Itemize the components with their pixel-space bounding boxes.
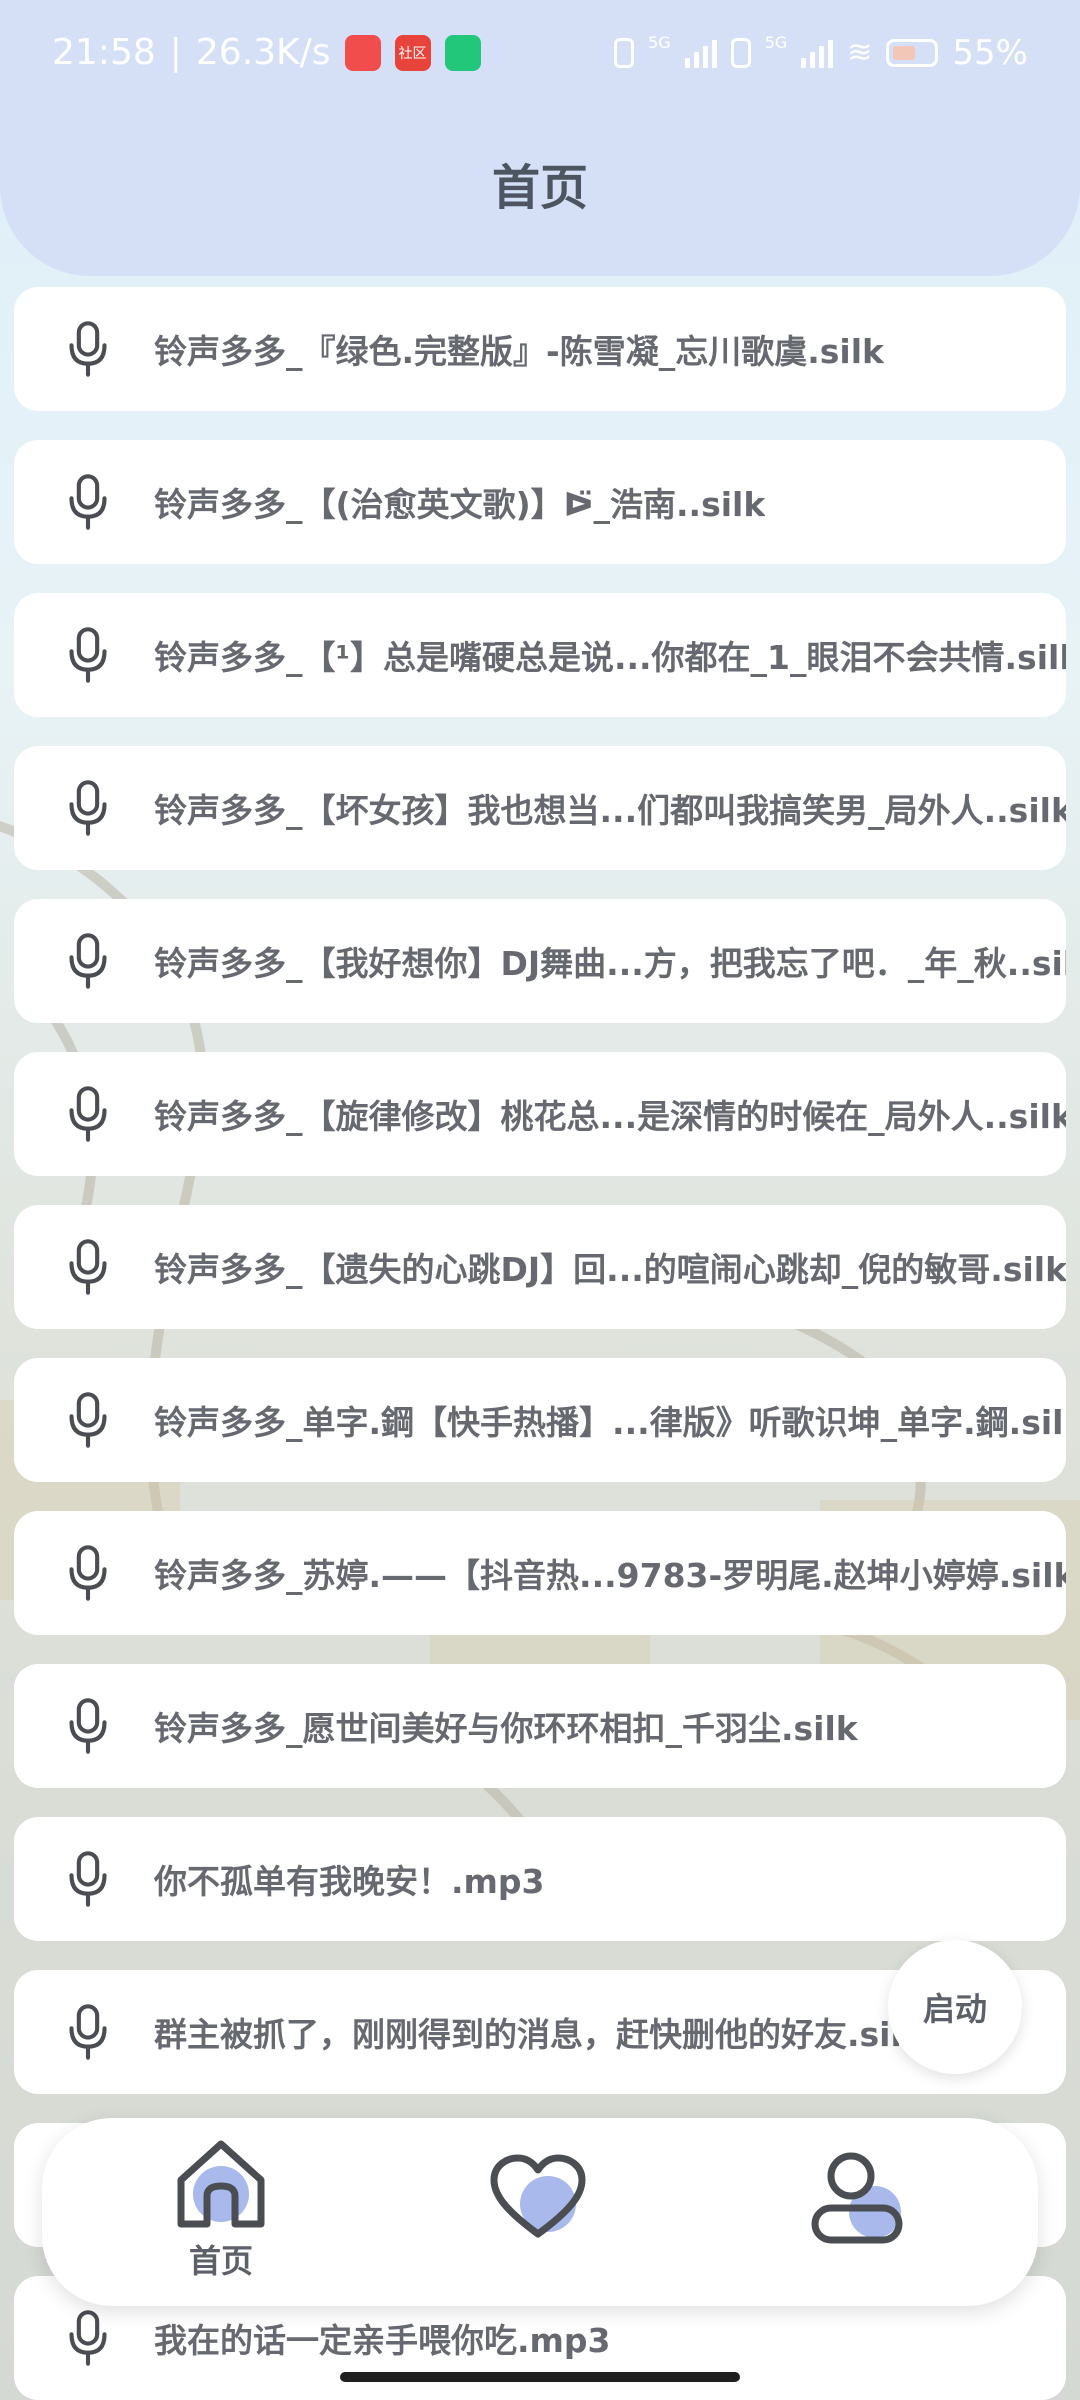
signal-icon-2 xyxy=(801,38,834,68)
app-notification-icon-2: 社区 xyxy=(394,34,431,71)
page-title: 首页 xyxy=(491,160,588,216)
vibrate-icon xyxy=(614,37,635,68)
recording-name: 群主被抓了，刚刚得到的消息，赶快删他的好友.silk xyxy=(154,2015,924,2054)
shield-icon xyxy=(444,34,481,71)
home-icon xyxy=(177,2140,265,2228)
recording-name: 铃声多多_愿世间美好与你环环相扣_千羽尘.silk xyxy=(154,1709,858,1748)
network-speed: 26.3K/s xyxy=(195,32,331,73)
nav-profile[interactable] xyxy=(784,2150,934,2300)
microphone-icon xyxy=(50,1382,126,1458)
list-item[interactable]: 铃声多多_『绿色.完整版』-陈雪凝_忘川歌虞.silk xyxy=(14,287,1066,411)
nav-home-label: 首页 xyxy=(188,2242,253,2280)
microphone-icon xyxy=(50,923,126,999)
heart-icon xyxy=(490,2154,586,2238)
clock: 21:58 xyxy=(52,32,156,73)
signal-label: 5G xyxy=(648,32,671,52)
app-notification-icon-1 xyxy=(344,34,381,71)
recording-name: 铃声多多_【(治愈英文歌)】ᐅ̈_浩南..silk xyxy=(154,485,766,524)
microphone-icon xyxy=(50,1535,126,1611)
list-item[interactable]: 铃声多多_【坏女孩】我也想当...们都叫我搞笑男_局外人..silk xyxy=(14,746,1066,870)
vibrate-icon-2 xyxy=(730,37,751,68)
list-item[interactable]: 你不孤单有我晚安！.mp3 xyxy=(14,1817,1066,1941)
recording-name: 我在的话一定亲手喂你吃.mp3 xyxy=(154,2321,611,2360)
microphone-icon xyxy=(50,1994,126,2070)
microphone-icon xyxy=(50,2300,126,2376)
microphone-icon xyxy=(50,1841,126,1917)
signal-icon xyxy=(684,38,717,68)
signal-label-2: 5G xyxy=(764,32,788,52)
recording-name: 铃声多多_【我好想你】DJ舞曲...方，把我忘了吧．_年_秋..silk xyxy=(154,944,1066,983)
list-item[interactable]: 铃声多多_单字.鋼【快手热播】...律版》听歌识坤_单字.鋼.silk xyxy=(14,1358,1066,1482)
recording-name: 铃声多多_苏婷.——【抖音热...9783-罗明尾.赵坤小婷婷.silk xyxy=(154,1556,1066,1595)
microphone-icon xyxy=(50,1688,126,1764)
list-item[interactable]: 铃声多多_【我好想你】DJ舞曲...方，把我忘了吧．_年_秋..silk xyxy=(14,899,1066,1023)
microphone-icon xyxy=(50,1076,126,1152)
list-item[interactable]: 铃声多多_愿世间美好与你环环相扣_千羽尘.silk xyxy=(14,1664,1066,1788)
nav-home[interactable]: 首页 xyxy=(146,2136,296,2286)
list-item[interactable]: 铃声多多_【(治愈英文歌)】ᐅ̈_浩南..silk xyxy=(14,440,1066,564)
bottom-nav: 首页 xyxy=(42,2118,1038,2306)
recording-name: 铃声多多_【坏女孩】我也想当...们都叫我搞笑男_局外人..silk xyxy=(154,791,1066,830)
list-item[interactable]: 铃声多多_【遗失的心跳DJ】回...的喧闹心跳却_倪的敏哥.silk xyxy=(14,1205,1066,1329)
list-item[interactable]: 铃声多多_【¹】总是嘴硬总是说...你都在_1_眼泪不会共情.silk xyxy=(14,593,1066,717)
microphone-icon xyxy=(50,311,126,387)
user-icon xyxy=(811,2152,903,2244)
list-item[interactable]: 铃声多多_苏婷.——【抖音热...9783-罗明尾.赵坤小婷婷.silk xyxy=(14,1511,1066,1635)
recording-name: 铃声多多_单字.鋼【快手热播】...律版》听歌识坤_单字.鋼.silk xyxy=(154,1403,1066,1442)
battery-level: 55% xyxy=(952,32,1028,73)
microphone-icon xyxy=(50,1229,126,1305)
recording-name: 铃声多多_【旋律修改】桃花总...是深情的时候在_局外人..silk xyxy=(154,1097,1066,1136)
wifi-icon: ≋ xyxy=(847,35,873,70)
battery-icon xyxy=(886,38,939,67)
microphone-icon xyxy=(50,617,126,693)
microphone-icon xyxy=(50,770,126,846)
home-indicator xyxy=(340,2372,740,2382)
nav-favorites[interactable] xyxy=(463,2152,613,2302)
recording-name: 铃声多多_【¹】总是嘴硬总是说...你都在_1_眼泪不会共情.silk xyxy=(154,638,1066,677)
microphone-icon xyxy=(50,464,126,540)
recording-name: 铃声多多_『绿色.完整版』-陈雪凝_忘川歌虞.silk xyxy=(154,332,884,371)
start-button[interactable]: 启动 xyxy=(888,1940,1022,2074)
status-bar: 21:58 | 26.3K/s 社区 5G 5G ≋ 55% xyxy=(52,32,1028,73)
recording-name: 你不孤单有我晚安！.mp3 xyxy=(154,1862,545,1901)
recording-name: 铃声多多_【遗失的心跳DJ】回...的喧闹心跳却_倪的敏哥.silk xyxy=(154,1250,1066,1289)
list-item[interactable]: 铃声多多_【旋律修改】桃花总...是深情的时候在_局外人..silk xyxy=(14,1052,1066,1176)
